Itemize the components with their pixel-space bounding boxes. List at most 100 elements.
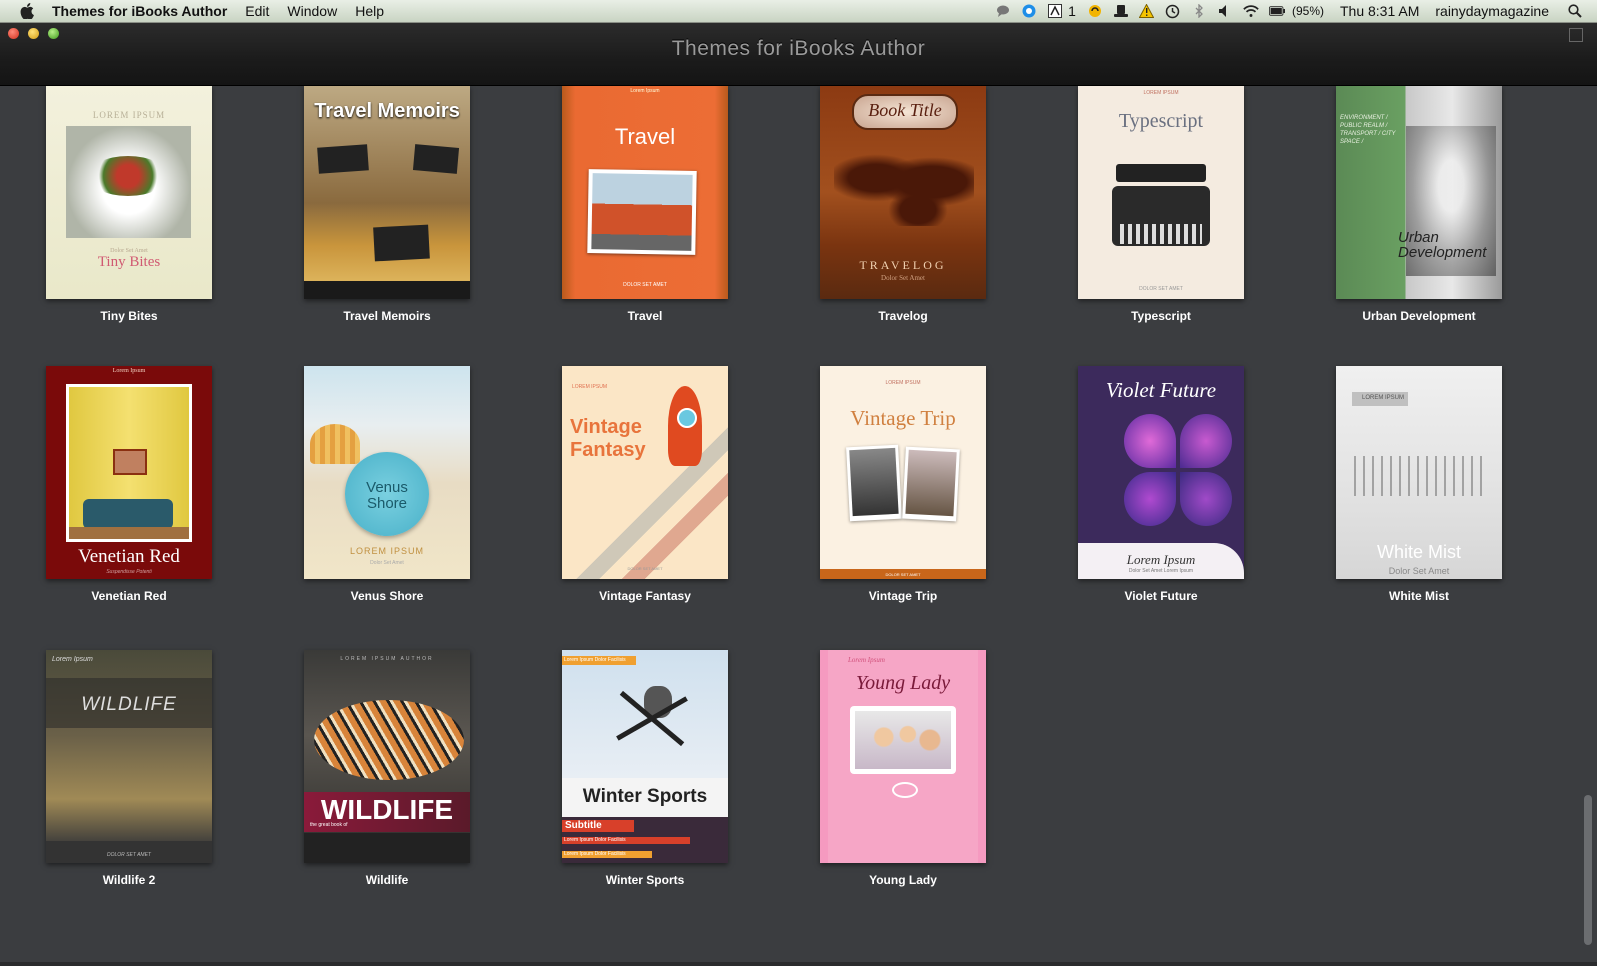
shell-icon <box>310 424 360 464</box>
cover-title: Travel Memoirs <box>314 100 460 122</box>
cover-photo <box>850 706 956 774</box>
theme-cover[interactable]: Violet Future Lorem Ipsum Dolor Set Amet… <box>1078 366 1244 579</box>
fullscreen-icon[interactable] <box>1569 28 1583 42</box>
cover-title: Violet Future <box>1105 378 1217 402</box>
theme-cover[interactable]: LOREM IPSUM Typescript DOLOR SET AMET <box>1078 86 1244 299</box>
theme-venetian-red[interactable]: Lorem Ipsum Venetian Red Suspendisse Pot… <box>46 366 212 603</box>
cover-bottom-text: DOLOR SET AMET <box>1139 286 1183 292</box>
theme-wildlife-2[interactable]: Lorem Ipsum WILDLIFE DOLOR SET AMET Wild… <box>46 650 212 887</box>
theme-cover[interactable]: Lorem Ipsum Dolor Facilisis Winter Sport… <box>562 650 728 863</box>
adobe-updater-icon[interactable] <box>1047 4 1063 18</box>
spotlight-icon[interactable] <box>1567 4 1583 18</box>
theme-violet-future[interactable]: Violet Future Lorem Ipsum Dolor Set Amet… <box>1078 366 1244 603</box>
cover-top-text: LOREM IPSUM <box>572 384 608 390</box>
app-menu[interactable]: Themes for iBooks Author <box>52 3 227 19</box>
theme-cover[interactable]: Lorem Ipsum Venetian Red Suspendisse Pot… <box>46 366 212 579</box>
theme-cover[interactable]: Lorem Ipsum Young Lady <box>820 650 986 863</box>
cover-bottom-text: DOLOR SET AMET <box>627 566 663 571</box>
theme-name: Winter Sports <box>605 873 685 887</box>
window-title: Themes for iBooks Author <box>671 37 926 60</box>
cover-title: Travel <box>614 124 676 149</box>
cover-bottom-text: DOLOR SET AMET <box>107 852 151 858</box>
theme-name: Vintage Trip <box>868 589 938 603</box>
messages-icon[interactable] <box>995 4 1011 18</box>
user-menu[interactable]: rainydaymagazine <box>1435 3 1549 19</box>
theme-venus-shore[interactable]: Venus Shore LOREM IPSUM Dolor Set Amet V… <box>304 366 470 603</box>
theme-cover[interactable]: Book Title TRAVELOG Dolor Set Amet <box>820 86 986 299</box>
cover-photo <box>66 126 191 238</box>
theme-name: Wildlife <box>365 873 409 887</box>
cover-title: Vintage Trip <box>850 406 956 430</box>
theme-tiny-bites[interactable]: LOREM IPSUM Dolor Set Amet Tiny Bites Ti… <box>46 86 212 323</box>
wifi-icon[interactable] <box>1243 4 1259 18</box>
theme-travel-memoirs[interactable]: Travel Memoirs Travel Memoirs <box>304 86 470 323</box>
theme-winter-sports[interactable]: Lorem Ipsum Dolor Facilisis Winter Sport… <box>562 650 728 887</box>
theme-white-mist[interactable]: LOREM IPSUM White Mist Dolor Set Amet Wh… <box>1336 366 1502 603</box>
theme-cover[interactable]: Lorem Ipsum Travel DOLOR SET AMET <box>562 86 728 299</box>
theme-name: Typescript <box>1131 309 1191 323</box>
theme-name: Venus Shore <box>350 589 424 603</box>
theme-cover[interactable]: LOREM IPSUM AUTHOR WILDLIFE the great bo… <box>304 650 470 863</box>
apple-menu-icon[interactable] <box>20 3 34 19</box>
theme-cover[interactable]: Lorem Ipsum WILDLIFE DOLOR SET AMET <box>46 650 212 863</box>
theme-travelog[interactable]: Book Title TRAVELOG Dolor Set Amet Trave… <box>820 86 986 323</box>
edit-menu[interactable]: Edit <box>245 3 269 19</box>
bluetooth-icon[interactable] <box>1191 4 1207 18</box>
cover-label: Book Title <box>852 94 958 130</box>
theme-cover[interactable]: LOREM IPSUM White Mist Dolor Set Amet <box>1336 366 1502 579</box>
theme-cover[interactable]: LOREM IPSUM Vintage Trip DOLOR SET AMET <box>820 366 986 579</box>
theme-vintage-fantasy[interactable]: LOREM IPSUM Vintage Fantasy DOLOR SET AM… <box>562 366 728 603</box>
theme-cover[interactable]: ENVIRONMENT / PUBLIC REALM / TRANSPORT /… <box>1336 86 1502 299</box>
cover-photo <box>317 144 369 174</box>
cover-badge: Venus Shore <box>345 452 429 536</box>
theme-cover[interactable]: Venus Shore LOREM IPSUM Dolor Set Amet <box>304 366 470 579</box>
window-menu[interactable]: Window <box>287 3 337 19</box>
cover-subtitle: Dolor Set Amet Lorem Ipsum <box>1128 568 1194 574</box>
battery-icon[interactable] <box>1268 4 1285 18</box>
theme-travel[interactable]: Lorem Ipsum Travel DOLOR SET AMET Travel <box>562 86 728 323</box>
cover-top-text: Lorem Ipsum <box>1126 552 1196 567</box>
cover-top-text: Book Title <box>868 100 942 120</box>
theme-typescript[interactable]: LOREM IPSUM Typescript DOLOR SET AMET Ty… <box>1078 86 1244 323</box>
cover-title: White Mist <box>1376 542 1461 562</box>
cover-footer <box>304 281 470 299</box>
top-hat-icon[interactable] <box>1113 4 1129 18</box>
battery-percent: (95%) <box>1291 4 1324 18</box>
cover-title: Young Lady <box>855 672 951 694</box>
theme-name: Wildlife 2 <box>102 873 156 887</box>
time-machine-icon[interactable] <box>1165 4 1181 18</box>
help-menu[interactable]: Help <box>355 3 384 19</box>
cover-title: Urban Development <box>1398 229 1487 261</box>
cover-line-text: Lorem Ipsum Dolor Facilisis <box>564 837 626 843</box>
cover-top-text: LOREM IPSUM <box>349 546 424 556</box>
cover-bottom-text: DOLOR SET AMET <box>885 572 921 577</box>
themes-grid: LOREM IPSUM Dolor Set Amet Tiny Bites Ti… <box>0 86 1582 966</box>
cover-title: Venetian Red <box>78 546 180 567</box>
window-bottom-edge <box>0 962 1597 966</box>
theme-name: Young Lady <box>869 873 937 887</box>
cover-bottom-text: DOLOR SET AMET <box>623 282 667 288</box>
scrobbler-icon[interactable] <box>1087 4 1103 18</box>
scroll-thumb[interactable] <box>1584 795 1592 945</box>
bow-icon <box>892 782 918 798</box>
menu-bar: Themes for iBooks Author Edit Window Hel… <box>0 0 1597 23</box>
clock[interactable]: Thu 8:31 AM <box>1340 3 1419 19</box>
cover-top-text: Lorem Ipsum <box>630 88 660 94</box>
theme-wildlife[interactable]: LOREM IPSUM AUTHOR WILDLIFE the great bo… <box>304 650 470 887</box>
theme-name: White Mist <box>1389 589 1449 603</box>
theme-name: Tiny Bites <box>100 309 158 323</box>
skype-icon[interactable] <box>1021 4 1037 18</box>
cover-top-text: LOREM IPSUM <box>92 110 166 120</box>
theme-cover[interactable]: LOREM IPSUM Dolor Set Amet Tiny Bites <box>46 86 212 299</box>
cover-title: WILDLIFE <box>81 694 177 715</box>
cover-line-text: Lorem Ipsum Dolor Facilisis <box>564 851 626 857</box>
theme-cover[interactable]: Travel Memoirs <box>304 86 470 299</box>
volume-icon[interactable] <box>1217 4 1233 18</box>
theme-cover[interactable]: LOREM IPSUM Vintage Fantasy DOLOR SET AM… <box>562 366 728 579</box>
world-map-graphic <box>834 146 974 226</box>
theme-urban-development[interactable]: ENVIRONMENT / PUBLIC REALM / TRANSPORT /… <box>1336 86 1502 323</box>
warning-icon[interactable] <box>1139 4 1155 18</box>
theme-vintage-trip[interactable]: LOREM IPSUM Vintage Trip DOLOR SET AMET … <box>820 366 986 603</box>
theme-young-lady[interactable]: Lorem Ipsum Young Lady Young Lady <box>820 650 986 887</box>
cover-top-text: Lorem Ipsum <box>848 656 885 664</box>
